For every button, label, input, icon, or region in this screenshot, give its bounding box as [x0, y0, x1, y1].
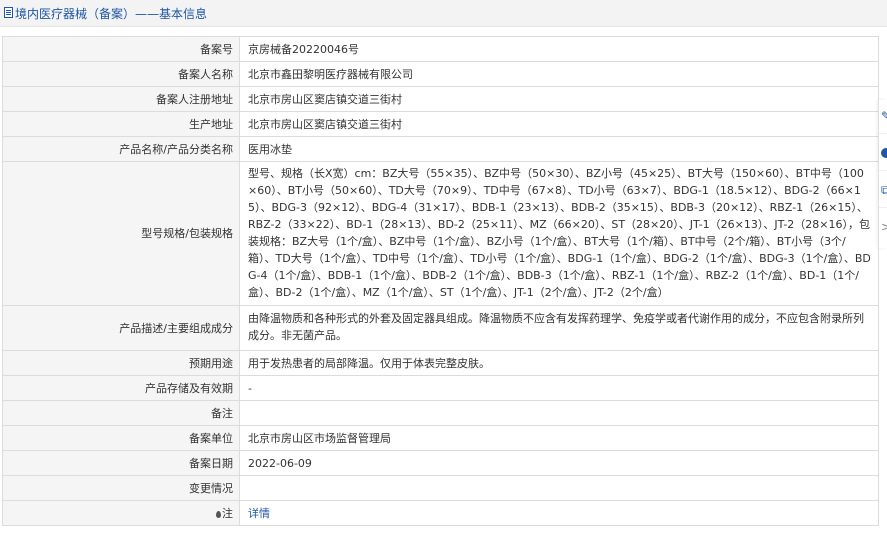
field-label: 备注: [2, 400, 240, 426]
document-icon: [4, 7, 13, 18]
page-header: 境内医疗器械（备案）——基本信息: [0, 0, 887, 27]
field-label: 备案单位: [2, 425, 240, 451]
field-label: 产品描述/主要组成成分: [2, 305, 240, 351]
table-row: 产品名称/产品分类名称 医用冰垫: [2, 136, 879, 162]
field-value: 北京市鑫田黎明医疗器械有限公司: [239, 61, 879, 87]
collapse-button[interactable]: >: [879, 211, 887, 245]
field-label: 备案人名称: [2, 61, 240, 87]
field-value: 2022-06-09: [239, 450, 879, 476]
table-row: 型号规格/包装规格 型号、规格（长X宽）cm：BZ大号（55×35）、BZ中号（…: [2, 161, 879, 306]
field-value: 详情: [239, 500, 879, 526]
field-label: 产品存储及有效期: [2, 375, 240, 401]
note-label: 注: [2, 500, 240, 526]
field-value: 由降温物质和各种形式的外套及固定器具组成。降温物质不应含有发挥药理学、免疫学或者…: [239, 305, 879, 351]
field-value: [239, 400, 879, 426]
details-link[interactable]: 详情: [248, 507, 270, 520]
field-value: 型号、规格（长X宽）cm：BZ大号（55×35）、BZ中号（50×30）、BZ小…: [239, 161, 879, 306]
edit-icon: ✎: [881, 110, 887, 122]
help-button[interactable]: [879, 137, 887, 171]
field-value: 用于发热患者的局部降温。仅用于体表完整皮肤。: [239, 350, 879, 376]
table-row: 变更情况: [2, 475, 879, 501]
pin-icon: [216, 510, 221, 518]
field-label: 变更情况: [2, 475, 240, 501]
info-table: 备案号 京房械备20220046号 备案人名称 北京市鑫田黎明医疗器械有限公司 …: [2, 36, 879, 526]
table-row: 注 详情: [2, 500, 879, 526]
table-row: 备案人名称 北京市鑫田黎明医疗器械有限公司: [2, 61, 879, 87]
edit-button[interactable]: ✎: [879, 100, 887, 134]
table-row: 备案人注册地址 北京市房山区窦店镇交道三街村: [2, 86, 879, 112]
chevron-right-icon: >: [881, 220, 887, 234]
field-value: -: [239, 375, 879, 401]
page-title: 境内医疗器械（备案）——基本信息: [15, 7, 208, 21]
field-label: 预期用途: [2, 350, 240, 376]
table-row: 备案单位 北京市房山区市场监督管理局: [2, 425, 879, 451]
field-value: 京房械备20220046号: [239, 36, 879, 62]
table-row: 产品描述/主要组成成分 由降温物质和各种形式的外套及固定器具组成。降温物质不应含…: [2, 305, 879, 351]
copy-button[interactable]: ⧉: [879, 174, 887, 208]
field-label: 备案日期: [2, 450, 240, 476]
field-value: [239, 475, 879, 501]
field-label: 注: [222, 506, 233, 520]
field-value: 北京市房山区窦店镇交道三街村: [239, 86, 879, 112]
table-row: 备案号 京房械备20220046号: [2, 36, 879, 62]
table-row: 备案日期 2022-06-09: [2, 450, 879, 476]
field-value: 北京市房山区窦店镇交道三街村: [239, 111, 879, 137]
table-row: 生产地址 北京市房山区窦店镇交道三街村: [2, 111, 879, 137]
table-row: 备注: [2, 400, 879, 426]
floating-toolbar: ✎ ⧉ >: [878, 100, 887, 248]
field-label: 备案号: [2, 36, 240, 62]
copy-icon: ⧉: [881, 184, 887, 196]
field-value: 北京市房山区市场监督管理局: [239, 425, 879, 451]
field-label: 产品名称/产品分类名称: [2, 136, 240, 162]
field-label: 备案人注册地址: [2, 86, 240, 112]
help-icon: [881, 148, 887, 158]
field-value: 医用冰垫: [239, 136, 879, 162]
field-label: 生产地址: [2, 111, 240, 137]
field-label: 型号规格/包装规格: [2, 161, 240, 306]
table-row: 产品存储及有效期 -: [2, 375, 879, 401]
table-row: 预期用途 用于发热患者的局部降温。仅用于体表完整皮肤。: [2, 350, 879, 376]
